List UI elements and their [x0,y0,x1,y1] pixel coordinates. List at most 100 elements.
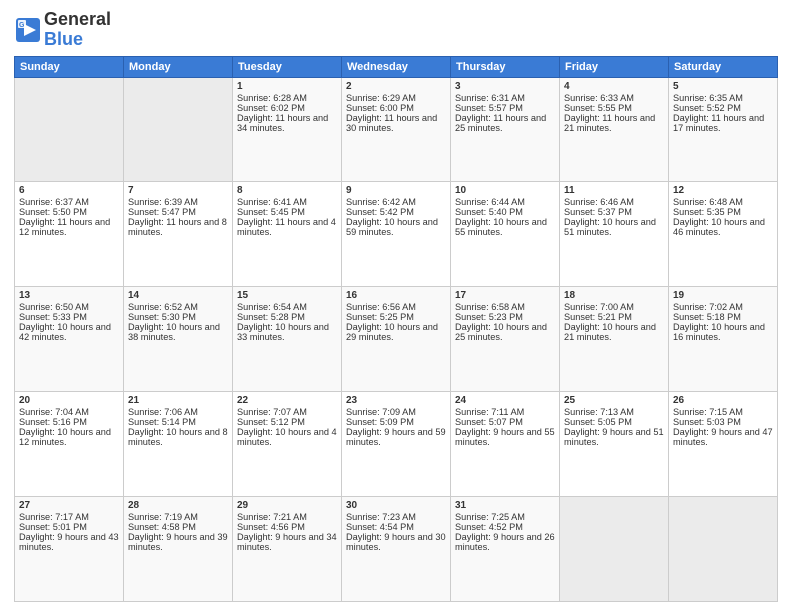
day-number: 6 [19,185,119,196]
day-info: Sunset: 5:01 PM [19,522,119,532]
calendar-week-row: 6Sunrise: 6:37 AMSunset: 5:50 PMDaylight… [15,182,778,287]
day-info: Sunrise: 6:46 AM [564,197,664,207]
logo-text: General Blue [44,10,111,50]
day-info: Sunrise: 7:09 AM [346,407,446,417]
day-info: Daylight: 11 hours and 30 minutes. [346,113,446,133]
day-info: Sunrise: 7:17 AM [19,512,119,522]
day-info: Daylight: 10 hours and 8 minutes. [128,427,228,447]
day-info: Daylight: 11 hours and 25 minutes. [455,113,555,133]
day-info: Sunset: 5:55 PM [564,103,664,113]
day-info: Sunset: 4:58 PM [128,522,228,532]
day-info: Sunset: 5:35 PM [673,207,773,217]
day-info: Daylight: 10 hours and 29 minutes. [346,322,446,342]
day-info: Sunrise: 7:11 AM [455,407,555,417]
day-number: 15 [237,290,337,301]
header: G General Blue [14,10,778,50]
logo-general: General [44,9,111,29]
calendar-week-row: 27Sunrise: 7:17 AMSunset: 5:01 PMDayligh… [15,497,778,602]
calendar-day-cell: 14Sunrise: 6:52 AMSunset: 5:30 PMDayligh… [124,287,233,392]
day-info: Sunset: 5:57 PM [455,103,555,113]
day-info: Sunset: 5:52 PM [673,103,773,113]
day-info: Sunrise: 7:23 AM [346,512,446,522]
day-info: Sunrise: 6:33 AM [564,93,664,103]
calendar-header: SundayMondayTuesdayWednesdayThursdayFrid… [15,56,778,77]
day-number: 29 [237,500,337,511]
calendar-day-cell [124,77,233,182]
calendar: SundayMondayTuesdayWednesdayThursdayFrid… [14,56,778,602]
calendar-day-cell: 1Sunrise: 6:28 AMSunset: 6:02 PMDaylight… [233,77,342,182]
calendar-day-cell: 2Sunrise: 6:29 AMSunset: 6:00 PMDaylight… [342,77,451,182]
day-info: Sunrise: 6:48 AM [673,197,773,207]
day-info: Sunrise: 7:04 AM [19,407,119,417]
day-info: Daylight: 10 hours and 51 minutes. [564,217,664,237]
day-number: 4 [564,81,664,92]
calendar-day-cell: 3Sunrise: 6:31 AMSunset: 5:57 PMDaylight… [451,77,560,182]
day-of-week-header: Monday [124,56,233,77]
day-info: Sunrise: 6:31 AM [455,93,555,103]
day-number: 22 [237,395,337,406]
day-info: Daylight: 10 hours and 59 minutes. [346,217,446,237]
day-info: Sunrise: 7:21 AM [237,512,337,522]
day-number: 25 [564,395,664,406]
svg-text:G: G [19,22,25,29]
calendar-week-row: 13Sunrise: 6:50 AMSunset: 5:33 PM Dayligh… [15,287,778,392]
day-info: Sunset: 5:12 PM [237,417,337,427]
day-number: 12 [673,185,773,196]
day-info: Sunset: 5:09 PM [346,417,446,427]
day-number: 13 [19,290,119,301]
day-info: Sunset: 5:33 PM [19,312,119,322]
calendar-day-cell: 20Sunrise: 7:04 AMSunset: 5:16 PMDayligh… [15,392,124,497]
calendar-day-cell: 22Sunrise: 7:07 AMSunset: 5:12 PMDayligh… [233,392,342,497]
day-info: Sunset: 5:50 PM [19,207,119,217]
day-info: Sunrise: 6:39 AM [128,197,228,207]
day-info: Sunrise: 6:41 AM [237,197,337,207]
calendar-day-cell: 30Sunrise: 7:23 AMSunset: 4:54 PMDayligh… [342,497,451,602]
calendar-day-cell [669,497,778,602]
day-number: 11 [564,185,664,196]
day-info: Daylight: 10 hours and 21 minutes. [564,322,664,342]
day-info: Sunrise: 7:13 AM [564,407,664,417]
calendar-day-cell: 26Sunrise: 7:15 AMSunset: 5:03 PMDayligh… [669,392,778,497]
day-number: 8 [237,185,337,196]
day-number: 16 [346,290,446,301]
calendar-day-cell: 12Sunrise: 6:48 AMSunset: 5:35 PMDayligh… [669,182,778,287]
day-number: 3 [455,81,555,92]
day-info: Sunrise: 6:28 AM [237,93,337,103]
calendar-day-cell: 24Sunrise: 7:11 AMSunset: 5:07 PMDayligh… [451,392,560,497]
day-info: Sunset: 5:03 PM [673,417,773,427]
day-info: Daylight: 10 hours and 12 minutes. [19,427,119,447]
calendar-day-cell: 23Sunrise: 7:09 AMSunset: 5:09 PMDayligh… [342,392,451,497]
day-of-week-header: Tuesday [233,56,342,77]
day-info: Sunset: 5:25 PM [346,312,446,322]
day-number: 24 [455,395,555,406]
day-info: Daylight: 11 hours and 17 minutes. [673,113,773,133]
calendar-day-cell: 4Sunrise: 6:33 AMSunset: 5:55 PMDaylight… [560,77,669,182]
day-of-week-header: Saturday [669,56,778,77]
day-info: Daylight: 9 hours and 47 minutes. [673,427,773,447]
day-number: 2 [346,81,446,92]
calendar-week-row: 20Sunrise: 7:04 AMSunset: 5:16 PMDayligh… [15,392,778,497]
calendar-day-cell: 21Sunrise: 7:06 AMSunset: 5:14 PMDayligh… [124,392,233,497]
day-info: Sunset: 6:02 PM [237,103,337,113]
day-info: Sunset: 5:47 PM [128,207,228,217]
calendar-day-cell: 28Sunrise: 7:19 AMSunset: 4:58 PMDayligh… [124,497,233,602]
calendar-day-cell: 9Sunrise: 6:42 AMSunset: 5:42 PMDaylight… [342,182,451,287]
calendar-body: 1Sunrise: 6:28 AMSunset: 6:02 PMDaylight… [15,77,778,601]
day-of-week-header: Thursday [451,56,560,77]
day-number: 7 [128,185,228,196]
day-info: Sunrise: 6:50 AM [19,302,119,312]
day-of-week-header: Sunday [15,56,124,77]
day-info: Daylight: 11 hours and 8 minutes. [128,217,228,237]
day-of-week-header: Wednesday [342,56,451,77]
day-info: Daylight: 10 hours and 46 minutes. [673,217,773,237]
day-info: Sunset: 5:18 PM [673,312,773,322]
day-info: Daylight: 10 hours and 16 minutes. [673,322,773,342]
day-info: Daylight: 9 hours and 59 minutes. [346,427,446,447]
day-number: 5 [673,81,773,92]
calendar-day-cell: 16Sunrise: 6:56 AMSunset: 5:25 PMDayligh… [342,287,451,392]
day-number: 10 [455,185,555,196]
day-info: Sunset: 5:40 PM [455,207,555,217]
calendar-day-cell: 31Sunrise: 7:25 AMSunset: 4:52 PMDayligh… [451,497,560,602]
day-info: Sunset: 5:42 PM [346,207,446,217]
day-number: 19 [673,290,773,301]
